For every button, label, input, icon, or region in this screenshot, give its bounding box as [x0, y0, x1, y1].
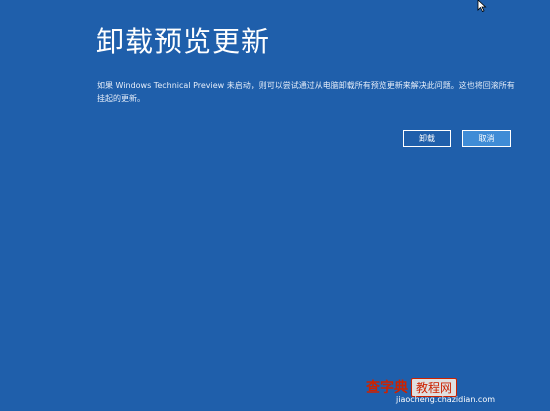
cancel-button[interactable]: 取消	[462, 130, 511, 147]
mouse-pointer-icon	[477, 0, 487, 12]
watermark-url: jiaocheng.chazidian.com	[396, 395, 496, 404]
watermark-brand: 查字典	[366, 380, 408, 396]
page-title: 卸载预览更新	[96, 25, 271, 58]
uninstall-button[interactable]: 卸载	[403, 130, 451, 147]
watermark-brand-row: 查字典 教程网	[366, 377, 458, 397]
description-text: 如果 Windows Technical Preview 未启动，则可以尝试通过…	[97, 81, 515, 103]
watermark: 查字典 教程网 jiaocheng.chazidian.com	[366, 377, 544, 407]
